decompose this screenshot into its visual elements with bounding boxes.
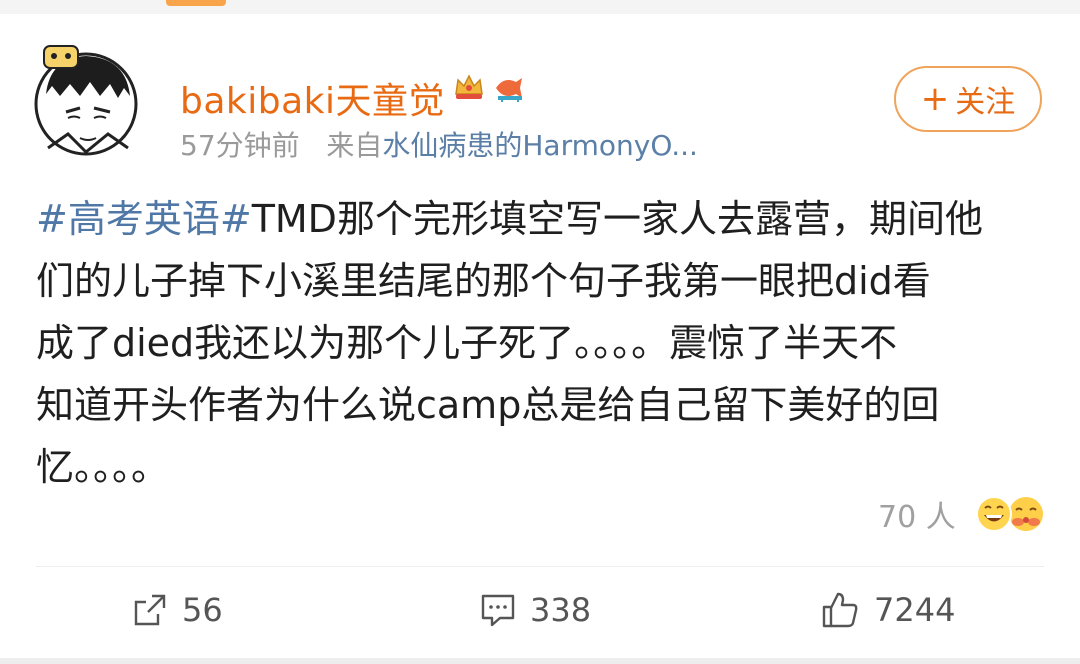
bottom-strip — [0, 658, 1080, 664]
follow-label: 关注 — [955, 85, 1016, 120]
crown-badge-icon — [455, 74, 483, 99]
username[interactable]: bakibaki天童觉 — [180, 72, 445, 124]
like-count: 7244 — [874, 591, 956, 629]
comment-icon — [481, 594, 515, 627]
thumbs-up-icon — [822, 592, 858, 628]
post-line-4: 知道开头作者为什么说camp总是给自己留下美好的回 — [36, 383, 940, 427]
post-source[interactable]: 水仙病患的HarmonyO... — [382, 129, 698, 162]
fish-badge-icon — [496, 78, 522, 102]
post-time: 57分钟前 — [180, 129, 300, 162]
reaction-count: 70 人 — [878, 500, 956, 535]
hug-emoji-icon — [1008, 497, 1043, 531]
plus-icon: + — [920, 79, 950, 119]
source-prefix: 来自 — [326, 129, 383, 162]
grin-emoji-icon — [975, 496, 1012, 532]
comment-button[interactable]: 338 — [480, 588, 591, 632]
post-meta: 57分钟前 来自水仙病患的HarmonyO... — [180, 124, 698, 164]
comment-count: 338 — [530, 591, 592, 629]
follow-button[interactable]: + 关注 — [894, 66, 1042, 132]
active-tab-indicator — [166, 0, 226, 6]
avatar[interactable] — [28, 38, 142, 162]
action-divider — [36, 566, 1044, 567]
post-body: #高考英语#TMD那个完形填空写一家人去露营，期间他 们的儿子掉下小溪里结尾的那… — [36, 188, 1046, 498]
repost-button[interactable]: 56 — [132, 588, 223, 632]
reaction-emojis — [975, 496, 1043, 532]
post-line-1-text: TMD那个完形填空写一家人去露营，期间他 — [251, 197, 983, 241]
share-icon — [134, 594, 166, 626]
user-badges — [452, 70, 526, 104]
hashtag-link[interactable]: #高考英语# — [36, 197, 252, 241]
reaction-summary[interactable]: 70 人 — [878, 492, 1052, 536]
like-button[interactable]: 7244 — [820, 588, 955, 632]
post-line-2: 们的儿子掉下小溪里结尾的那个句子我第一眼把did看 — [36, 259, 931, 303]
post-line-3: 成了died我还以为那个儿子死了。。。。震惊了半天不 — [36, 321, 898, 365]
repost-count: 56 — [182, 591, 223, 629]
top-strip — [0, 0, 1080, 14]
post-line-1: #高考英语#TMD那个完形填空写一家人去露营，期间他 — [36, 188, 1046, 250]
post-line-5: 忆。。。。 — [36, 445, 170, 489]
